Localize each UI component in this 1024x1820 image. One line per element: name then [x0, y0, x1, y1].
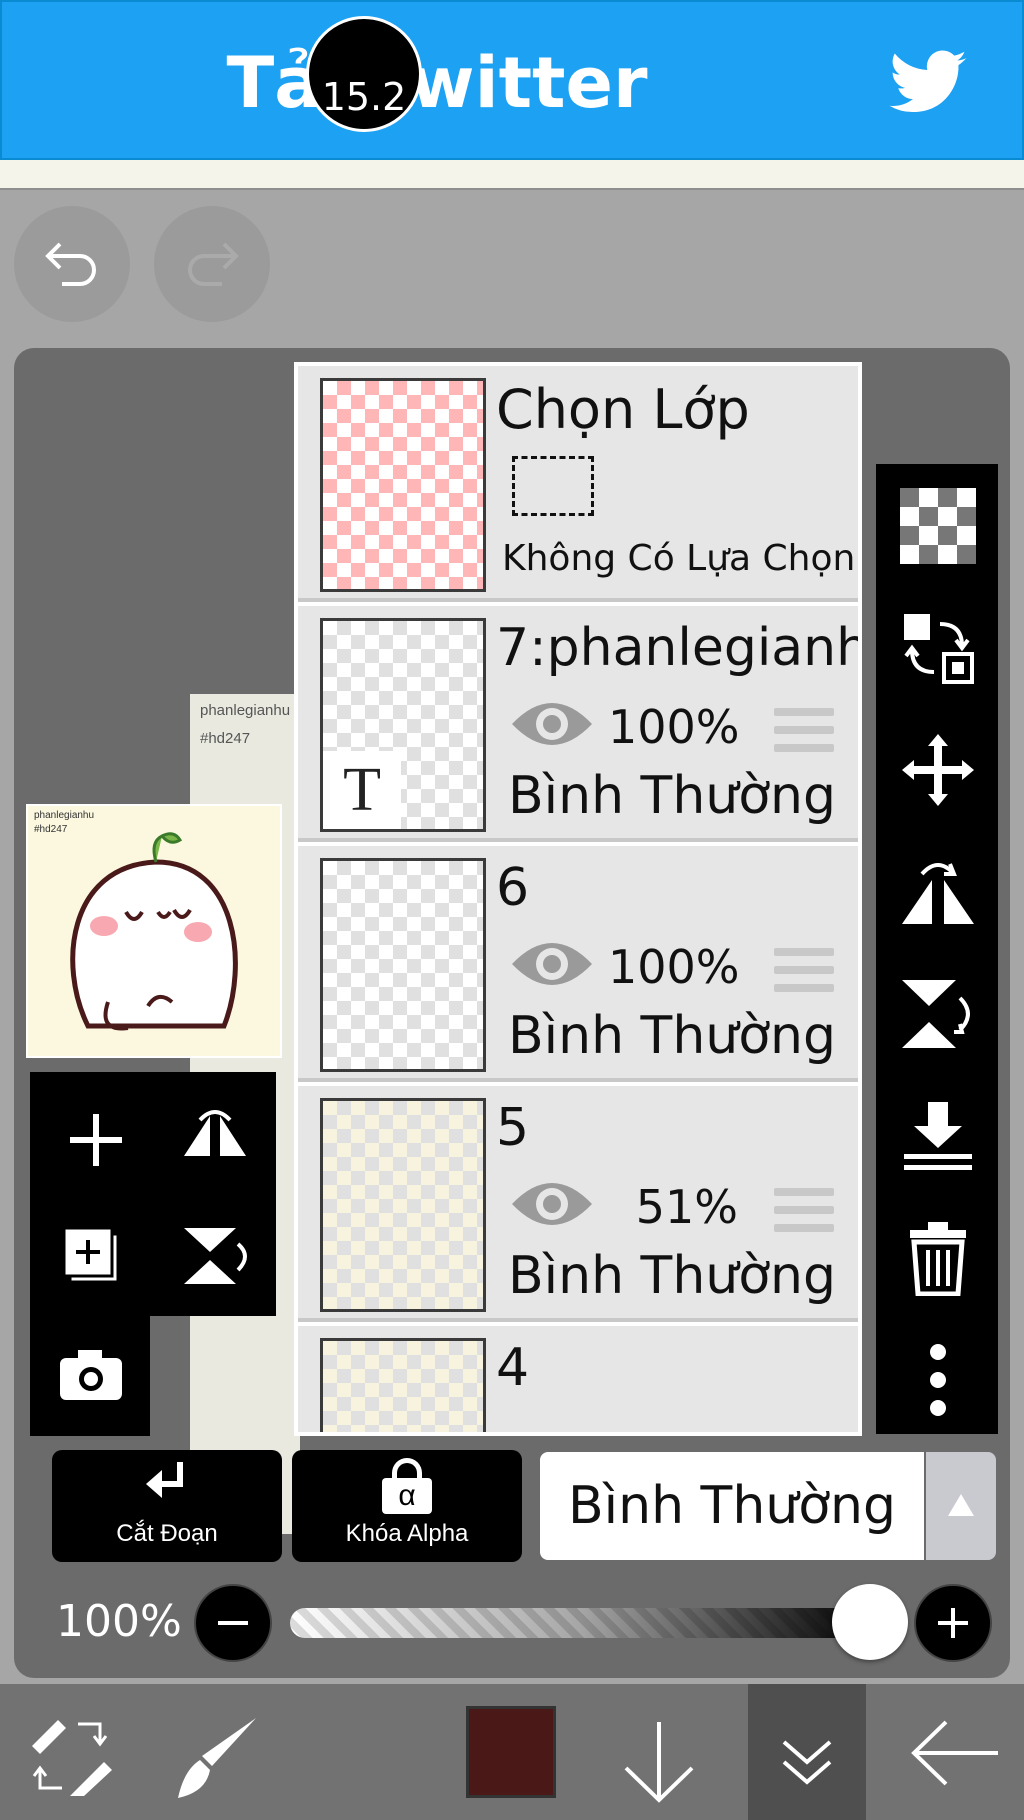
alpha-lock-label: Khóa Alpha: [345, 1520, 469, 1547]
layer-tools-bar: [876, 464, 998, 1434]
opacity-increase-button[interactable]: [914, 1584, 992, 1662]
opacity-slider[interactable]: [290, 1608, 870, 1638]
camera-button[interactable]: [30, 1316, 150, 1436]
blend-mode-select[interactable]: Bình Thường: [540, 1452, 924, 1560]
color-swatch[interactable]: [466, 1706, 556, 1798]
drag-handle-icon[interactable]: [774, 948, 834, 1002]
layer-name: 4: [496, 1338, 530, 1398]
canvas-preview: phanlegianhu #hd247: [26, 804, 282, 1058]
triangle-up-icon: [948, 1494, 974, 1516]
minus-icon: [218, 1621, 248, 1625]
selection-layer-title: Chọn Lớp: [496, 378, 750, 441]
visibility-eye-icon[interactable]: [510, 936, 594, 992]
clipping-button[interactable]: Cắt Đoạn: [52, 1450, 282, 1562]
character-illustration: [70, 832, 238, 1031]
layer-opacity: 100%: [608, 940, 740, 994]
drag-handle-icon[interactable]: [774, 708, 834, 762]
more-options-icon[interactable]: [900, 1342, 976, 1418]
transparency-checker-icon[interactable]: [900, 488, 976, 564]
layer-thumbnail: T: [320, 618, 486, 832]
visibility-eye-icon[interactable]: [510, 1176, 594, 1232]
opacity-value: 100%: [56, 1596, 182, 1647]
undo-icon: [45, 242, 96, 286]
brush-icon[interactable]: [172, 1712, 262, 1802]
alpha-symbol: α: [382, 1478, 432, 1514]
visibility-eye-icon[interactable]: [510, 696, 594, 752]
flip-horizontal-icon: [184, 1110, 246, 1156]
flip-horizontal-button[interactable]: [150, 1072, 276, 1196]
drag-handle-icon[interactable]: [774, 1188, 834, 1242]
selection-layer-thumbnail: [320, 378, 486, 592]
layer-thumbnail: [320, 858, 486, 1072]
text-layer-badge: T: [323, 751, 401, 829]
layer-opacity: 100%: [608, 700, 740, 754]
layers-panel[interactable]: Chọn Lớp Không Có Lựa Chọn T 7:phanlegia…: [294, 362, 862, 1436]
merge-down-icon[interactable]: [900, 1098, 976, 1174]
layer-row[interactable]: T 7:phanlegianh 100% Bình Thường: [298, 606, 858, 842]
plus-icon: [938, 1608, 968, 1638]
layer-thumbnail: [320, 1098, 486, 1312]
selection-layer-row[interactable]: Chọn Lớp Không Có Lựa Chọn: [298, 366, 858, 602]
paper-text-tag: #hd247: [200, 730, 251, 747]
paper-text-author: phanlegianhu: [200, 702, 291, 719]
layer-blend-mode: Bình Thường: [507, 1246, 837, 1306]
flip-horizontal-icon[interactable]: [900, 854, 976, 930]
trash-icon[interactable]: [900, 1220, 976, 1296]
brush-size-button[interactable]: 15.2: [306, 16, 422, 132]
layer-name: 6: [496, 858, 530, 918]
plus-icon: [70, 1114, 122, 1166]
back-arrow-icon[interactable]: [908, 1718, 1000, 1788]
arrow-down-icon[interactable]: [620, 1720, 698, 1806]
layer-blend-mode: Bình Thường: [507, 1006, 837, 1066]
layer-name: 7:phanlegianh: [496, 618, 862, 678]
opacity-slider-knob[interactable]: [832, 1584, 908, 1660]
alpha-lock-button[interactable]: α Khóa Alpha: [292, 1450, 522, 1562]
add-layer-button[interactable]: [30, 1072, 150, 1196]
banner-title: Tải Twitter: [226, 42, 648, 124]
twitter-banner[interactable]: Tải Twitter: [0, 0, 1024, 160]
flip-vertical-button[interactable]: [150, 1196, 276, 1316]
layer-thumbnail: [320, 1338, 486, 1432]
banner-divider: [0, 160, 1024, 190]
flip-vertical-icon: [184, 1228, 247, 1284]
layer-name: 5: [496, 1098, 530, 1158]
move-icon[interactable]: [900, 732, 976, 808]
selection-status: Không Có Lựa Chọn: [502, 538, 856, 579]
camera-icon: [60, 1350, 122, 1400]
layer-opacity: 51%: [635, 1180, 738, 1234]
swap-layers-icon[interactable]: [900, 610, 976, 686]
selection-marquee-icon: [512, 456, 594, 516]
redo-button[interactable]: [154, 206, 270, 322]
double-chevron-down-icon[interactable]: [780, 1738, 834, 1788]
twitter-bird-icon: [889, 50, 967, 113]
layer-blend-mode: Bình Thường: [507, 766, 837, 826]
opacity-decrease-button[interactable]: [194, 1584, 272, 1662]
undo-button[interactable]: [14, 206, 130, 322]
duplicate-layer-button[interactable]: [30, 1196, 150, 1316]
alpha-lock-icon: α: [382, 1458, 432, 1514]
redo-icon: [188, 242, 239, 286]
layer-row[interactable]: 6 100% Bình Thường: [298, 846, 858, 1082]
layer-row[interactable]: 5 51% Bình Thường: [298, 1086, 858, 1322]
clipping-arrow-icon: [146, 1462, 183, 1498]
brush-size-value: 15.2: [321, 75, 407, 119]
flip-vertical-icon[interactable]: [900, 976, 976, 1052]
blend-mode-dropdown[interactable]: [926, 1452, 996, 1560]
layer-row[interactable]: 4: [298, 1326, 858, 1432]
duplicate-layer-icon: [62, 1226, 120, 1284]
clipping-label: Cắt Đoạn: [116, 1520, 218, 1547]
pen-eraser-swap-icon[interactable]: [26, 1712, 114, 1800]
